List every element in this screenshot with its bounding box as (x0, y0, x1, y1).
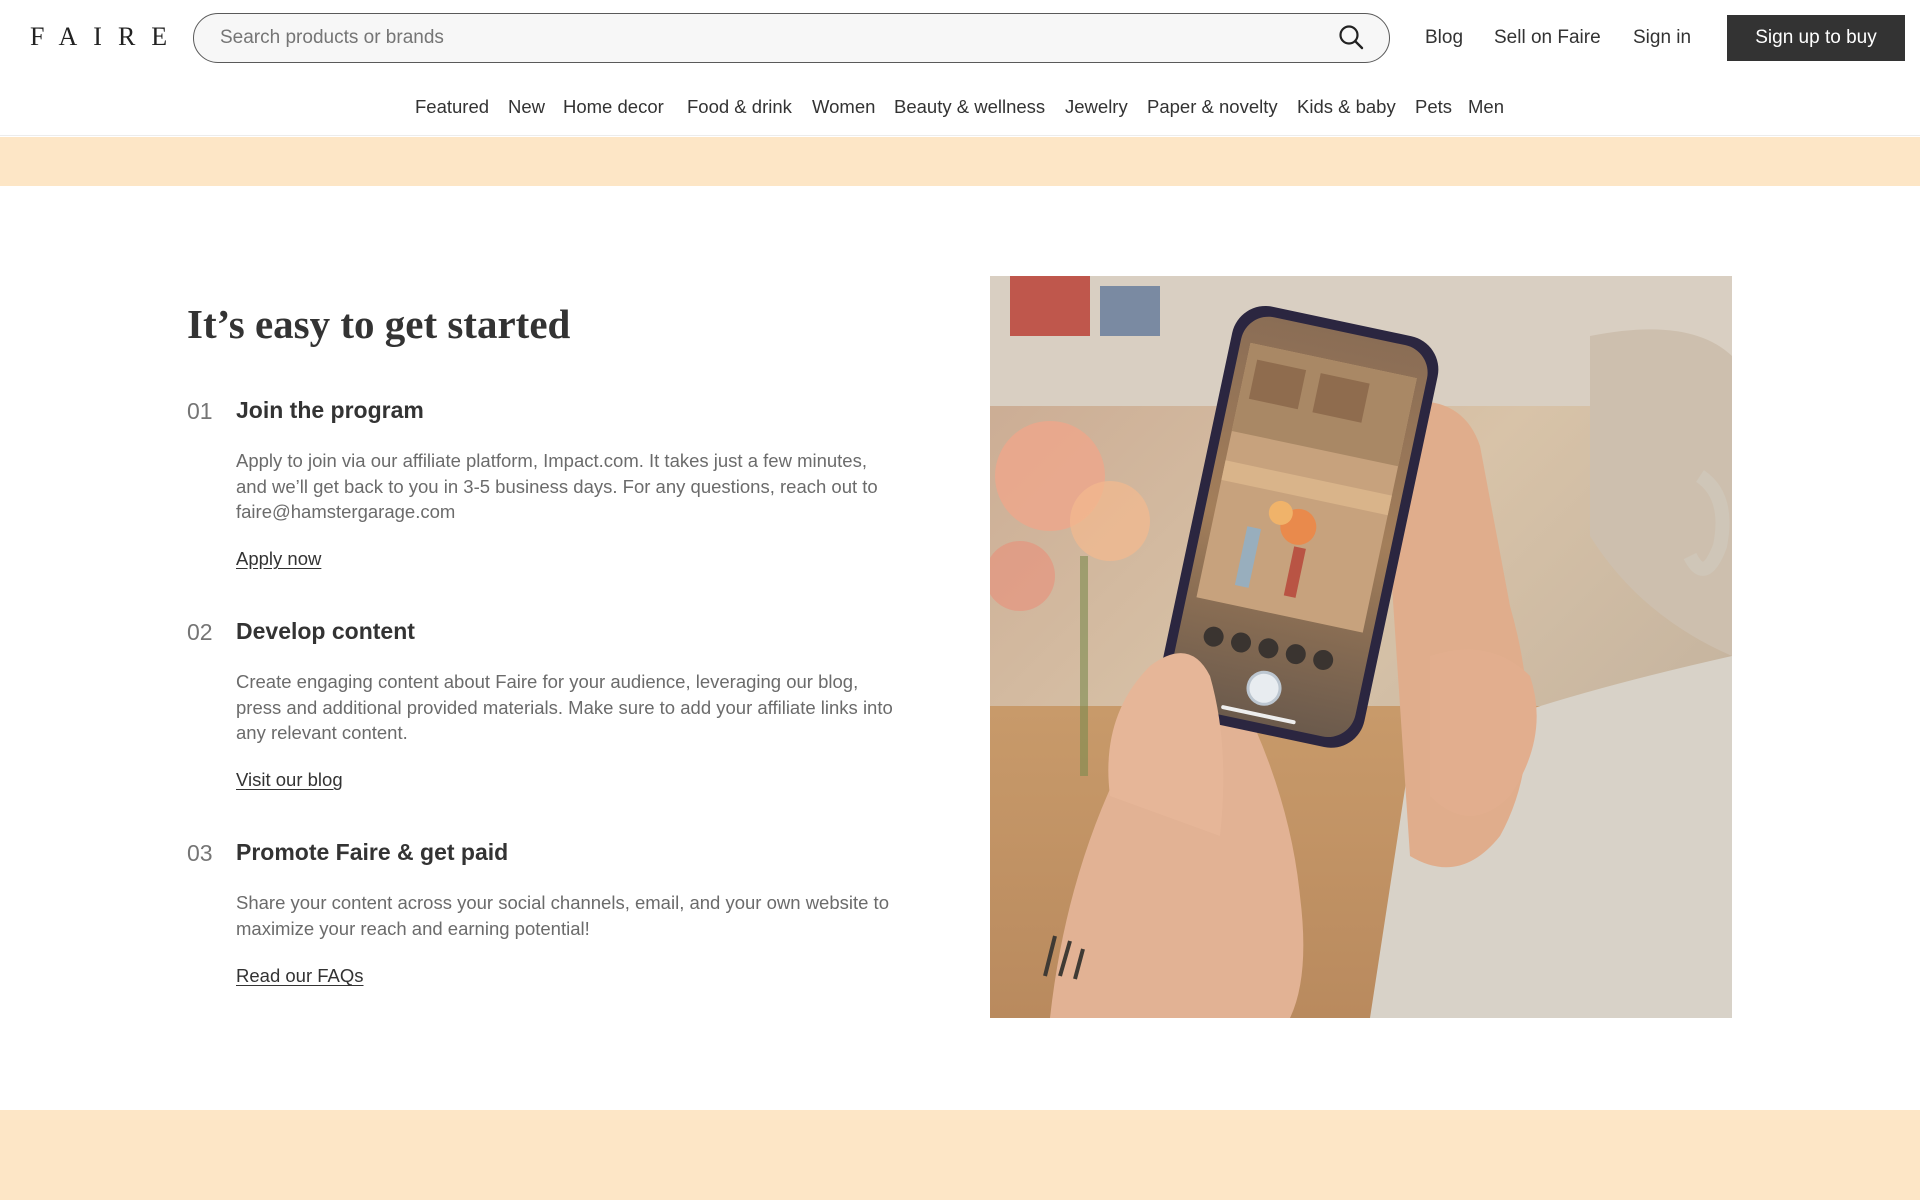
category-new[interactable]: New (508, 96, 545, 118)
visit-blog-link[interactable]: Visit our blog (236, 769, 343, 791)
apply-now-link[interactable]: Apply now (236, 548, 321, 570)
blog-link[interactable]: Blog (1425, 27, 1463, 49)
step-description-line: press and additional provided materials.… (236, 696, 893, 718)
step-description: Create engaging content about Faire for … (236, 669, 926, 746)
read-faqs-link[interactable]: Read our FAQs (236, 965, 364, 987)
sign-in-link[interactable]: Sign in (1633, 27, 1691, 49)
step-title: Promote Faire & get paid (236, 839, 509, 865)
promo-band (0, 137, 1920, 186)
category-jewelry[interactable]: Jewelry (1065, 96, 1128, 118)
step-description-line: faire@hamstergarage.com (236, 501, 456, 522)
step-title: Develop content (236, 618, 415, 644)
step-description: Share your content across your social ch… (236, 890, 926, 941)
category-women[interactable]: Women (812, 96, 875, 118)
category-men[interactable]: Men (1468, 96, 1504, 118)
step-description-line: any relevant content. (236, 722, 408, 743)
category-home-decor[interactable]: Home decor (563, 96, 664, 118)
step-description-line: and we’ll get back to you in 3-5 busines… (236, 475, 878, 497)
step-description-line: Apply to join via our affiliate platform… (236, 450, 867, 471)
step-description-line: maximize your reach and earning potentia… (236, 917, 590, 939)
search-icon[interactable] (1337, 23, 1367, 53)
category-nav: Featured New Home decor Food & drink Wom… (0, 96, 1920, 120)
category-beauty-wellness[interactable]: Beauty & wellness (894, 96, 1045, 118)
category-food-drink[interactable]: Food & drink (687, 96, 792, 118)
category-paper-novelty[interactable]: Paper & novelty (1147, 96, 1278, 118)
faire-logo[interactable]: FAIRE (30, 22, 183, 52)
step-description: Apply to join via our affiliate platform… (236, 448, 926, 525)
category-kids-baby[interactable]: Kids & baby (1297, 96, 1396, 118)
step-number: 01 (187, 398, 213, 424)
category-featured[interactable]: Featured (415, 96, 489, 118)
phone-camera-photo (990, 276, 1732, 1018)
search-bar[interactable] (193, 13, 1390, 63)
sell-on-faire-link[interactable]: Sell on Faire (1494, 27, 1601, 49)
sign-up-button[interactable]: Sign up to buy (1727, 15, 1905, 61)
step-description-line: Create engaging content about Faire for … (236, 671, 859, 692)
step-description-line: Share your content across your social ch… (236, 892, 889, 913)
footer-band (0, 1110, 1920, 1200)
section-title: It’s easy to get started (187, 301, 571, 347)
category-pets[interactable]: Pets (1415, 96, 1452, 118)
site-header: FAIRE Blog Sell on Faire Sign in Sign up… (0, 0, 1920, 136)
search-input[interactable] (194, 27, 1337, 49)
step-number: 02 (187, 619, 213, 645)
step-number: 03 (187, 840, 213, 866)
step-title: Join the program (236, 397, 424, 423)
